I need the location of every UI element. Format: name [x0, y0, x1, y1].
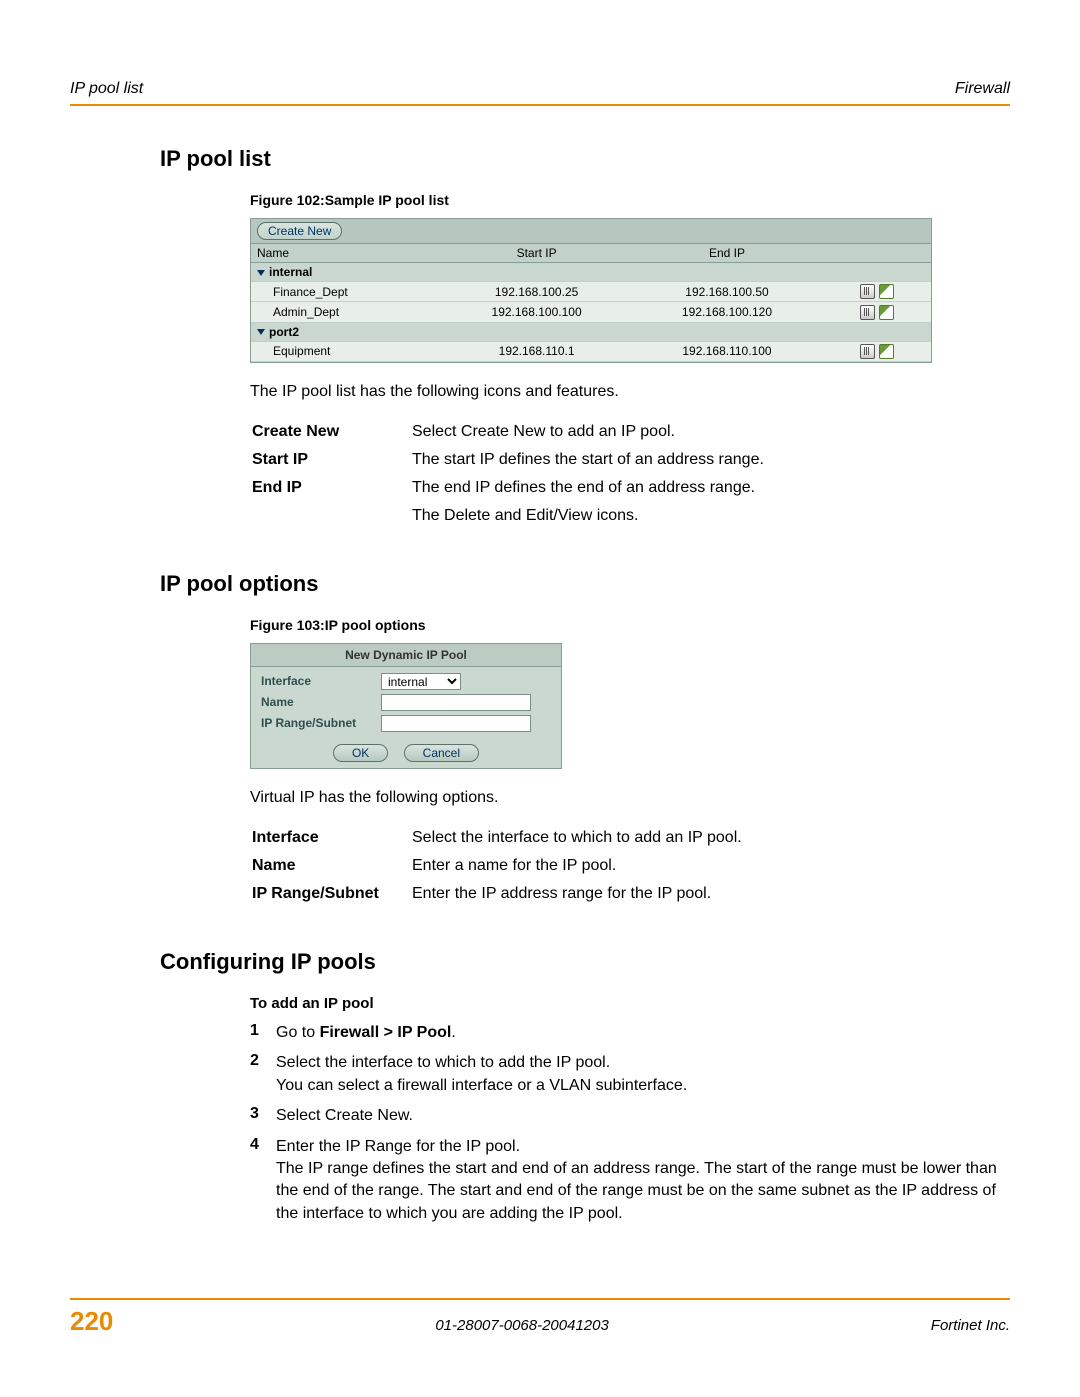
step-number: 4: [250, 1136, 276, 1226]
cell-name: Finance_Dept: [251, 282, 441, 302]
section2-feature-table: InterfaceSelect the interface to which t…: [250, 823, 752, 909]
step-text: Select Create New.: [276, 1105, 1010, 1127]
figure-103-dialog: New Dynamic IP Pool Interface internal N…: [250, 643, 562, 769]
create-new-button[interactable]: Create New: [257, 222, 342, 240]
footer-rule: [70, 1298, 1010, 1300]
figure-102-caption: Figure 102:Sample IP pool list: [250, 192, 1010, 208]
section2-intro: Virtual IP has the following options.: [250, 789, 1010, 807]
col-actions: [822, 244, 931, 263]
feature-row: InterfaceSelect the interface to which t…: [252, 825, 750, 851]
feature-label: Name: [252, 853, 410, 879]
cell-end-ip: 192.168.100.120: [632, 302, 822, 322]
edit-icon[interactable]: [879, 284, 894, 299]
table-header-row: Name Start IP End IP: [251, 244, 931, 263]
iprange-input[interactable]: [381, 715, 531, 732]
header-right: Firewall: [955, 80, 1010, 98]
cell-start-ip: 192.168.100.100: [441, 302, 631, 322]
header-rule: [70, 104, 1010, 106]
feature-row: End IPThe end IP defines the end of an a…: [252, 475, 772, 501]
feature-label: Create New: [252, 419, 410, 445]
feature-row: Create NewSelect Create New to add an IP…: [252, 419, 772, 445]
step-item: 4Enter the IP Range for the IP pool.The …: [250, 1136, 1010, 1226]
feature-desc: The Delete and Edit/View icons.: [412, 503, 772, 529]
step-item: 1Go to Firewall > IP Pool.: [250, 1022, 1010, 1044]
feature-label: End IP: [252, 475, 410, 501]
interface-label: Interface: [261, 674, 381, 688]
page-header: IP pool list Firewall: [70, 80, 1010, 98]
ok-button[interactable]: OK: [333, 744, 388, 762]
cell-name: Admin_Dept: [251, 302, 441, 322]
feature-row: IP Range/SubnetEnter the IP address rang…: [252, 881, 750, 907]
edit-icon[interactable]: [879, 344, 894, 359]
iprange-label: IP Range/Subnet: [261, 716, 381, 730]
delete-icon[interactable]: [860, 305, 875, 320]
cell-start-ip: 192.168.110.1: [441, 341, 631, 361]
company-name: Fortinet Inc.: [931, 1317, 1010, 1334]
cell-start-ip: 192.168.100.25: [441, 282, 631, 302]
step-number: 3: [250, 1105, 276, 1127]
feature-row: NameEnter a name for the IP pool.: [252, 853, 750, 879]
cell-end-ip: 192.168.110.100: [632, 341, 822, 361]
step-item: 2Select the interface to which to add th…: [250, 1052, 1010, 1097]
feature-label: Start IP: [252, 447, 410, 473]
feature-desc: Select the interface to which to add an …: [412, 825, 750, 851]
page-footer: 220 01-28007-0068-20041203 Fortinet Inc.: [70, 1298, 1010, 1337]
section1-feature-table: Create NewSelect Create New to add an IP…: [250, 417, 774, 531]
col-start-ip: Start IP: [441, 244, 631, 263]
name-label: Name: [261, 695, 381, 709]
step-number: 2: [250, 1052, 276, 1097]
feature-desc: The end IP defines the end of an address…: [412, 475, 772, 501]
section-configuring-title: Configuring IP pools: [160, 949, 1010, 975]
feature-row: The Delete and Edit/View icons.: [252, 503, 772, 529]
cancel-button[interactable]: Cancel: [404, 744, 479, 762]
step-item: 3Select Create New.: [250, 1105, 1010, 1127]
feature-desc: Select Create New to add an IP pool.: [412, 419, 772, 445]
feature-label: Interface: [252, 825, 410, 851]
feature-desc: The start IP defines the start of an add…: [412, 447, 772, 473]
col-end-ip: End IP: [632, 244, 822, 263]
cell-end-ip: 192.168.100.50: [632, 282, 822, 302]
table-row: Admin_Dept192.168.100.100192.168.100.120: [251, 302, 931, 322]
table-group-row[interactable]: internal: [251, 263, 931, 282]
feature-label: [252, 503, 410, 529]
table-row: Finance_Dept192.168.100.25192.168.100.50: [251, 282, 931, 302]
doc-id: 01-28007-0068-20041203: [435, 1317, 609, 1334]
table-row: Equipment192.168.110.1192.168.110.100: [251, 341, 931, 361]
edit-icon[interactable]: [879, 305, 894, 320]
figure-103-caption: Figure 103:IP pool options: [250, 617, 1010, 633]
chevron-down-icon: [257, 270, 265, 276]
dialog-title: New Dynamic IP Pool: [251, 644, 561, 667]
feature-label: IP Range/Subnet: [252, 881, 410, 907]
interface-select[interactable]: internal: [381, 673, 461, 690]
table-group-row[interactable]: port2: [251, 322, 931, 341]
feature-row: Start IPThe start IP defines the start o…: [252, 447, 772, 473]
delete-icon[interactable]: [860, 284, 875, 299]
chevron-down-icon: [257, 329, 265, 335]
section-ip-pool-list-title: IP pool list: [160, 146, 1010, 172]
step-text: Select the interface to which to add the…: [276, 1052, 1010, 1097]
page-number: 220: [70, 1306, 113, 1337]
section1-intro: The IP pool list has the following icons…: [250, 383, 1010, 401]
subsection-to-add-title: To add an IP pool: [250, 995, 1010, 1012]
cell-name: Equipment: [251, 341, 441, 361]
feature-desc: Enter a name for the IP pool.: [412, 853, 750, 879]
section-ip-pool-options-title: IP pool options: [160, 571, 1010, 597]
header-left: IP pool list: [70, 80, 143, 98]
delete-icon[interactable]: [860, 344, 875, 359]
feature-desc: Enter the IP address range for the IP po…: [412, 881, 750, 907]
col-name: Name: [251, 244, 441, 263]
figure-102-table: Create New Name Start IP End IP internal…: [250, 218, 932, 363]
step-text: Enter the IP Range for the IP pool.The I…: [276, 1136, 1010, 1226]
step-number: 1: [250, 1022, 276, 1044]
step-list: 1Go to Firewall > IP Pool.2Select the in…: [250, 1022, 1010, 1225]
name-input[interactable]: [381, 694, 531, 711]
step-text: Go to Firewall > IP Pool.: [276, 1022, 1010, 1044]
